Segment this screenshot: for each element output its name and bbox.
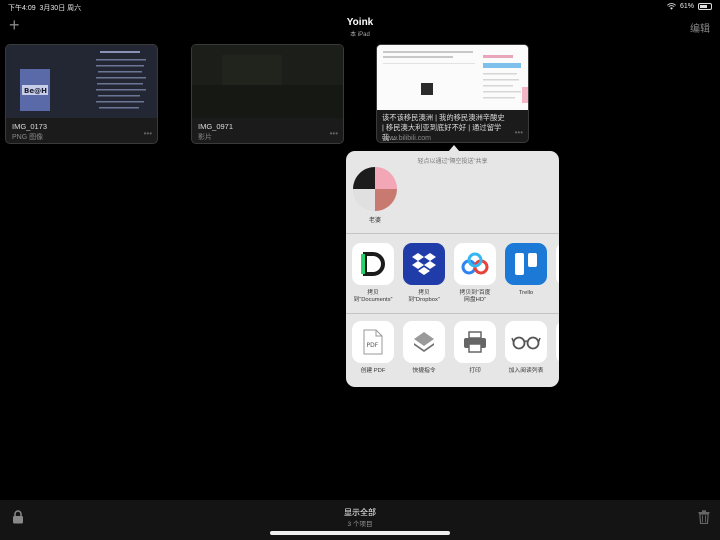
file-name: IMG_0971 [198,122,234,131]
share-app-label: Trello [518,290,534,296]
documents-icon [352,243,394,285]
pdf-icon: PDF [352,321,394,363]
file-card-img-0971[interactable]: IMG_0971 影片 ••• [191,44,344,144]
action-shortcuts[interactable]: 快捷指令 [403,321,445,375]
divider [346,313,559,314]
airdrop-hint: 轻点以通过“隔空投送”共享 [417,159,488,165]
image-thumbnail: Be@H [6,45,157,118]
device-subtitle: 本 iPad [350,32,370,38]
action-print[interactable]: 打印 [454,321,496,375]
more-actions-peek[interactable] [556,321,559,375]
divider [346,233,559,234]
printer-icon [454,321,496,363]
video-preview-image [192,45,343,118]
file-name: IMG_0173 [12,122,48,131]
more-icon[interactable]: ••• [515,128,523,137]
share-app-trello[interactable]: Trello [505,243,547,304]
nav-bar: + Yoink 本 iPad 编辑 [0,14,720,42]
webpage-thumbnail [377,45,528,110]
action-label: 创建 PDF [360,368,386,374]
show-all-button[interactable]: 显示全部 [0,507,720,518]
share-app-label: 拷贝到“百度 网盘HD” [459,290,491,303]
app-title: Yoink [346,17,374,28]
svg-text:PDF: PDF [367,342,379,349]
action-label: 快捷指令 [412,368,436,374]
file-card-img-0173[interactable]: Be@H IMG_0173 PNG 图像 ••• [5,44,158,144]
status-time: 下午4:09 [8,5,36,12]
airdrop-contact[interactable]: 老婆 [353,167,397,224]
more-apps-peek[interactable] [556,243,559,304]
file-kind: PNG 图像 [12,134,44,141]
webpage-preview-image [377,45,528,110]
edit-button[interactable]: 编辑 [690,20,710,35]
video-thumbnail [192,45,343,118]
web-link-card[interactable]: 该不该移民澳洲 | 我的移民澳洲辛酸史 | 移民澳大利亚到底好不好 | 通过留学… [376,44,529,143]
share-sheet: 轻点以通过“隔空投送”共享 老婆 拷贝 到“Documents” 拷贝 到“Dr… [346,151,559,387]
item-count: 3 个项目 [347,521,373,528]
shortcuts-icon [403,321,445,363]
glasses-icon [505,321,547,363]
baidu-netdisk-icon [454,243,496,285]
share-app-dropbox[interactable]: 拷贝 到“Dropbox” [403,243,445,304]
status-bar: 下午4:09 3月30日 周六 61% [0,0,720,14]
trash-icon[interactable] [698,510,710,524]
dropbox-icon [403,243,445,285]
action-label: 加入阅读列表 [508,368,544,374]
more-icon[interactable]: ••• [144,129,152,138]
trello-icon [505,243,547,285]
share-actions-row: PDF 创建 PDF 快捷指令 打印 加入阅读列表 [352,321,559,375]
battery-percent: 61% [679,3,694,10]
link-url: www.bilibili.com [382,135,432,142]
status-time-date: 下午4:09 3月30日 周六 [8,3,81,13]
png-preview-image: Be@H [6,45,157,118]
action-label: 打印 [469,368,481,374]
action-add-reading-list[interactable]: 加入阅读列表 [505,321,547,375]
svg-text:Be@H: Be@H [24,87,47,95]
bottom-toolbar: 显示全部 3 个项目 [0,500,720,540]
status-date: 3月30日 周六 [39,5,82,12]
home-indicator [270,531,450,535]
action-create-pdf[interactable]: PDF 创建 PDF [352,321,394,375]
share-app-label: 拷贝 到“Documents” [353,290,393,303]
share-app-label: 拷贝 到“Dropbox” [408,290,440,303]
avatar [353,167,397,211]
contact-name: 老婆 [368,218,381,224]
battery-icon [698,3,712,10]
file-kind: 影片 [198,134,212,141]
share-apps-row: 拷贝 到“Documents” 拷贝 到“Dropbox” 拷贝到“百度 网盘H… [352,243,559,304]
share-app-documents[interactable]: 拷贝 到“Documents” [352,243,394,304]
more-icon[interactable]: ••• [330,129,338,138]
share-app-baidu-netdisk[interactable]: 拷贝到“百度 网盘HD” [454,243,496,304]
wifi-icon [667,3,676,10]
